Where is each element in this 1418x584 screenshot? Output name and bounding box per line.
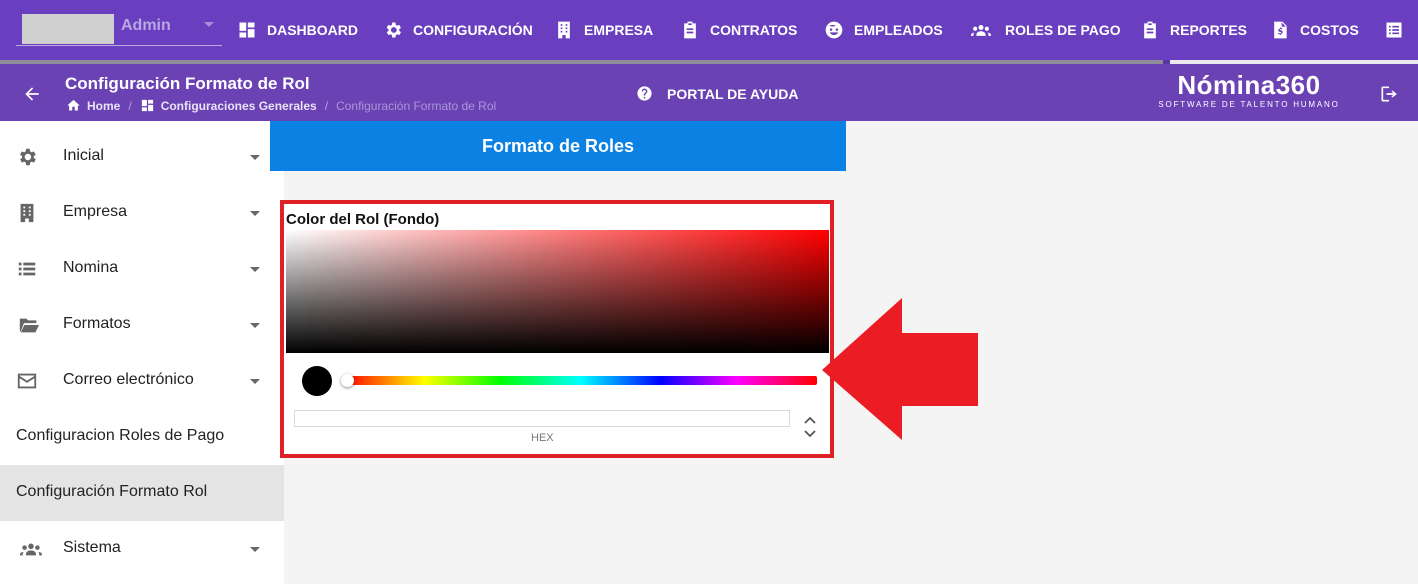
nav-costos[interactable]: COSTOS [1270,18,1359,42]
chevron-down-icon [250,379,260,384]
nav-configuracion[interactable]: CONFIGURACIÓN [383,18,533,42]
nav-reportes[interactable]: REPORTES [1140,18,1247,42]
mail-icon [17,373,37,389]
building-icon [558,21,570,39]
breadcrumb-separator: / [324,98,329,113]
nav-empleados-label: EMPLEADOS [854,22,943,38]
nav-dashboard-label: DASHBOARD [267,22,358,38]
chevron-down-icon [250,323,260,328]
page-title: Configuración Formato de Rol [65,74,310,93]
clipboard-check-icon [1144,21,1156,39]
sidebar-item-label: Sistema [63,539,121,556]
brand-logo: Nómina360 SOFTWARE DE TALENTO HUMANO [1156,70,1342,116]
chevron-down-icon [250,267,260,272]
file-dollar-icon [1274,21,1287,39]
help-icon [637,86,652,101]
sidebar-item-label: Formatos [63,315,131,332]
avatar [22,14,114,44]
top-navbar: Admin DASHBOARD CONFIGURACIÓN EMPRESA CO… [0,0,1418,64]
sidebar-item-label: Inicial [63,147,104,164]
gear-icon [20,148,36,166]
help-portal-link[interactable]: PORTAL DE AYUDA [636,85,798,102]
people-icon [20,543,42,556]
breadcrumb-current: Configuración Formato de Rol [336,98,497,113]
nav-roles-de-pago-label: ROLES DE PAGO [1005,22,1121,38]
nav-empleados[interactable]: EMPLEADOS [824,18,943,42]
nav-more[interactable] [1384,18,1414,42]
dashboard-icon [239,22,255,38]
home-icon [67,99,80,111]
hex-input[interactable] [294,410,790,427]
arrow-left-icon[interactable] [22,84,42,104]
sidebar-item-label: Correo electrónico [63,371,194,388]
sidebar: Inicial Empresa Nomina Formatos Correo e… [0,121,284,584]
dashboard-icon [141,99,153,112]
sidebar-item-label: Configuración Formato Rol [16,483,208,500]
breadcrumb-home[interactable]: Home [87,99,120,113]
nav-costos-label: COSTOS [1300,22,1359,38]
arrow-left-annotation-icon [822,298,978,440]
gear-icon [386,22,401,38]
sidebar-item-label: Empresa [63,203,128,220]
hue-slider[interactable] [344,376,817,385]
card-title: Formato de Roles [270,121,846,171]
breadcrumb-separator: / [128,98,132,113]
color-picker-label: Color del Rol (Fondo) [286,211,440,228]
hex-label: HEX [531,432,554,444]
breadcrumb-configuraciones[interactable]: Configuraciones Generales [161,99,317,113]
nav-reportes-label: REPORTES [1170,22,1248,38]
clipboard-icon [684,21,696,39]
sidebar-item-inicial[interactable]: Inicial [0,129,284,185]
chevron-down-icon [204,22,214,27]
list-icon [18,262,36,276]
people-icon [971,25,991,36]
chevron-down-icon [250,211,260,216]
chevron-up-down-icon[interactable] [802,414,818,440]
sidebar-item-configuracion-roles[interactable]: Configuracion Roles de Pago [0,409,284,465]
nav-empresa-label: EMPRESA [584,22,654,38]
user-name: Admin [121,17,171,34]
breadcrumb: Home / Configuraciones Generales / Confi… [66,98,496,113]
folder-open-icon [19,318,40,333]
brand-name: Nómina360 [1177,70,1321,100]
sidebar-item-label: Nomina [63,259,119,276]
sidebar-item-formatos[interactable]: Formatos [0,297,284,353]
saturation-field[interactable] [286,230,829,353]
sidebar-item-label: Configuracion Roles de Pago [16,427,225,444]
building-icon [20,203,34,223]
face-icon [825,21,843,39]
sidebar-item-nomina[interactable]: Nomina [0,241,284,297]
nav-contratos[interactable]: CONTRATOS [680,18,797,42]
brand-tagline: SOFTWARE DE TALENTO HUMANO [1158,100,1340,109]
logout-icon[interactable] [1379,84,1399,104]
user-menu[interactable]: Admin [16,12,222,46]
sidebar-item-formato-rol[interactable]: Configuración Formato Rol [0,465,284,521]
nav-configuracion-label: CONFIGURACIÓN [413,22,533,38]
chevron-down-icon [250,547,260,552]
page-header: Configuración Formato de Rol Home / Conf… [0,64,1418,121]
list-alt-icon [1386,22,1402,38]
nav-contratos-label: CONTRATOS [710,22,798,38]
color-swatch [302,366,332,396]
nav-empresa[interactable]: EMPRESA [554,18,653,42]
sidebar-item-empresa[interactable]: Empresa [0,185,284,241]
hue-slider-thumb[interactable] [341,374,354,387]
nav-dashboard[interactable]: DASHBOARD [237,18,358,42]
sidebar-item-sistema[interactable]: Sistema [0,521,284,577]
help-portal-label: PORTAL DE AYUDA [667,85,799,102]
nav-roles-de-pago[interactable]: ROLES DE PAGO [967,18,1121,42]
chevron-down-icon [250,155,260,160]
sidebar-item-correo[interactable]: Correo electrónico [0,353,284,409]
